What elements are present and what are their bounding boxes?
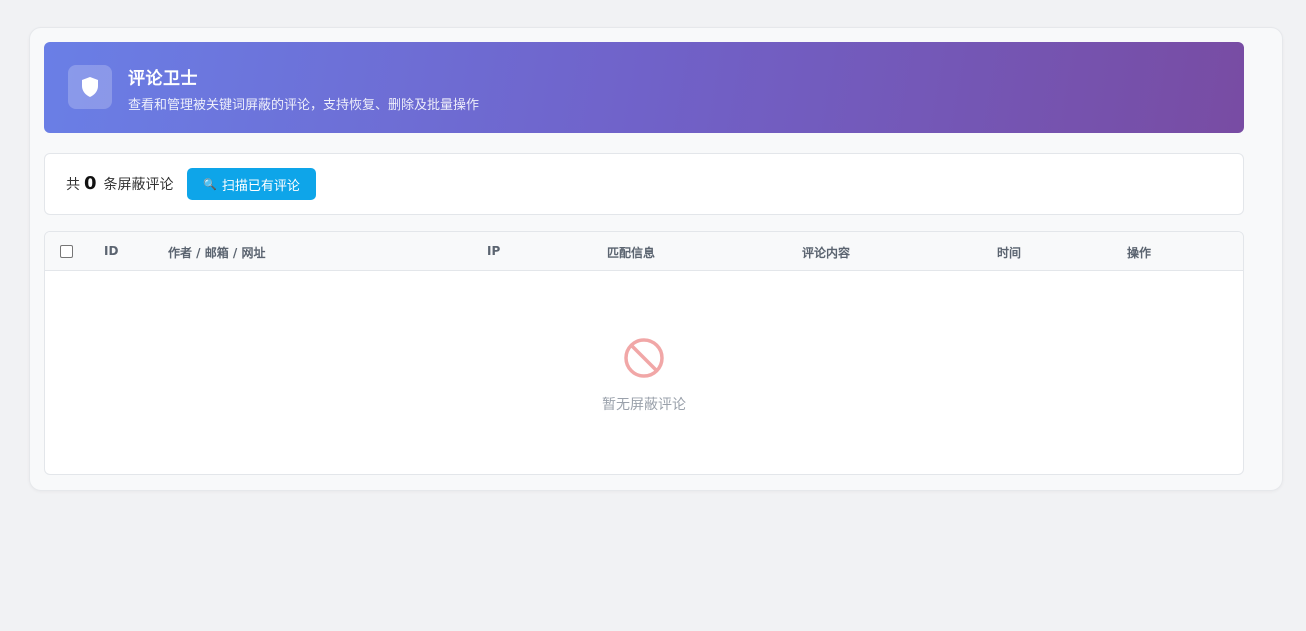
column-author: 作者 / 邮箱 / 网址 xyxy=(168,246,266,260)
column-ip: IP xyxy=(487,244,501,258)
scan-existing-comments-button[interactable]: 🔍 扫描已有评论 xyxy=(187,168,316,200)
page-header: 评论卫士 查看和管理被关键词屏蔽的评论，支持恢复、删除及批量操作 xyxy=(44,42,1244,133)
column-id: ID xyxy=(104,244,119,258)
page-subtitle: 查看和管理被关键词屏蔽的评论，支持恢复、删除及批量操作 xyxy=(128,98,480,113)
table-header: ID 作者 / 邮箱 / 网址 IP 匹配信息 评论内容 时间 操作 xyxy=(45,232,1243,271)
count-prefix: 共 xyxy=(66,177,80,193)
shield-icon xyxy=(82,77,98,97)
main-card: 评论卫士 查看和管理被关键词屏蔽的评论，支持恢复、删除及批量操作 共 0 条屏蔽… xyxy=(29,27,1283,491)
toolbar: 共 0 条屏蔽评论 🔍 扫描已有评论 xyxy=(44,153,1244,215)
count-number: 0 xyxy=(84,173,97,194)
empty-message: 暂无屏蔽评论 xyxy=(602,397,686,413)
column-actions: 操作 xyxy=(1127,246,1152,260)
blocked-comments-table: ID 作者 / 邮箱 / 网址 IP 匹配信息 评论内容 时间 操作 暂无屏蔽评… xyxy=(44,231,1244,475)
header-icon-box xyxy=(68,65,112,109)
blocked-count: 共 0 条屏蔽评论 xyxy=(66,173,174,194)
column-content: 评论内容 xyxy=(802,246,851,260)
empty-state: 暂无屏蔽评论 xyxy=(45,271,1243,474)
scan-button-label: 扫描已有评论 xyxy=(221,178,300,194)
search-icon: 🔍 xyxy=(203,177,217,191)
select-all-checkbox[interactable] xyxy=(60,245,73,258)
count-suffix: 条屏蔽评论 xyxy=(103,177,174,193)
column-time: 时间 xyxy=(997,246,1022,260)
page-title: 评论卫士 xyxy=(128,69,198,89)
prohibited-icon xyxy=(624,338,664,378)
column-match-info: 匹配信息 xyxy=(607,246,656,260)
